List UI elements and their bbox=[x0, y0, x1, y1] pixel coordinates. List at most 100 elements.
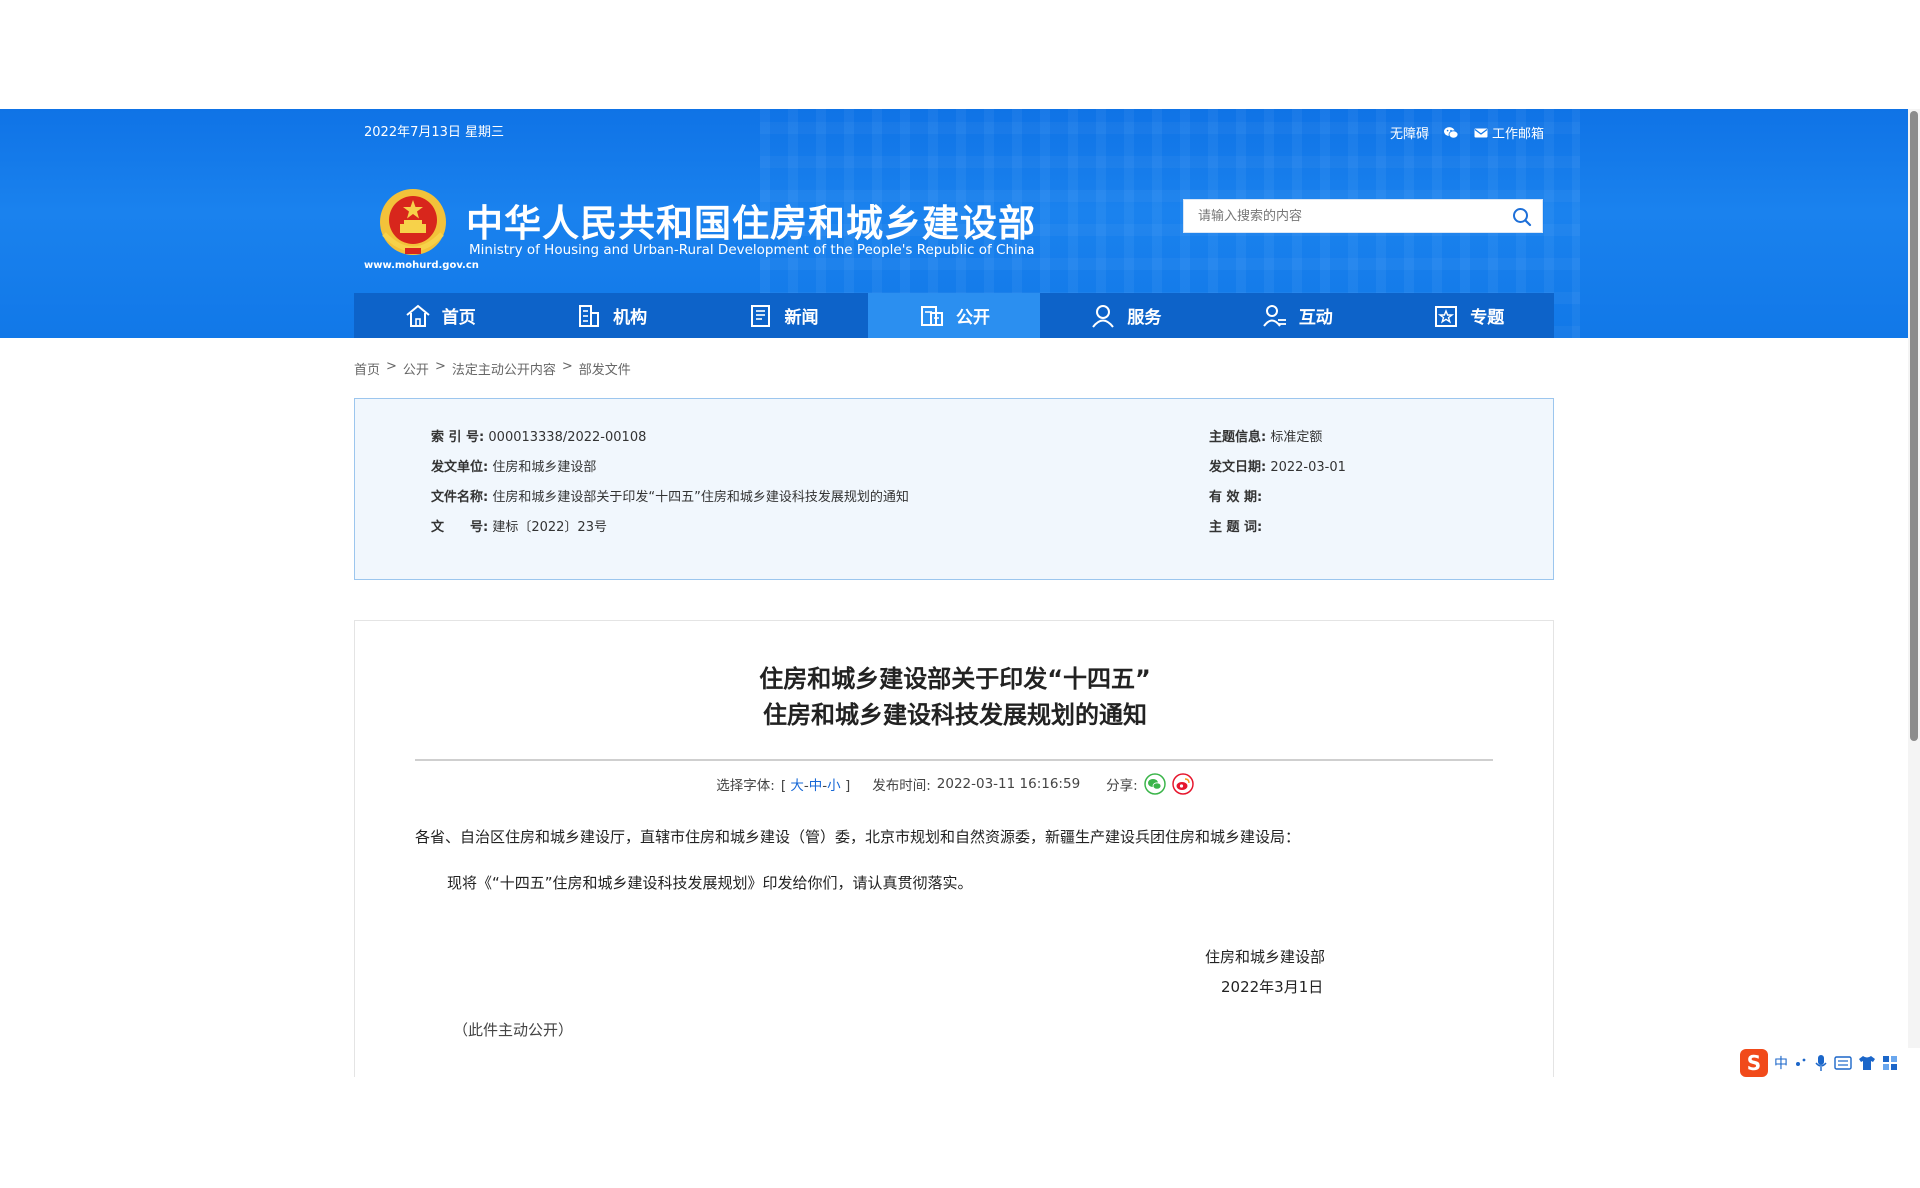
site-url: www.mohurd.gov.cn bbox=[364, 260, 479, 271]
bracket-close: ] bbox=[844, 778, 851, 794]
font-large-link[interactable]: 大 bbox=[790, 778, 804, 794]
disclosure-icon bbox=[920, 305, 943, 326]
interaction-icon bbox=[1263, 304, 1286, 327]
share-weibo-icon[interactable] bbox=[1171, 773, 1194, 795]
page-scrollbar[interactable] bbox=[1908, 109, 1920, 1077]
info-doc-name: 文件名称: 住房和城乡建设部关于印发“十四五”住房和城乡建设科技发展规划的通知 bbox=[431, 486, 909, 505]
wechat-icon[interactable] bbox=[1443, 125, 1459, 141]
info-label: 发文日期: bbox=[1209, 460, 1267, 475]
info-value: 标准定额 bbox=[1270, 430, 1323, 445]
info-index: 索 引 号: 000013338/2022-00108 bbox=[431, 426, 646, 445]
font-size-selector: [ 大-中-小 ] bbox=[781, 774, 850, 794]
info-keywords: 主 题 词: bbox=[1209, 516, 1262, 535]
mail-icon bbox=[1474, 128, 1488, 137]
main-nav: 首页 机构 新闻 公开 服务 互动 专题 bbox=[354, 293, 1554, 338]
info-label: 主 题 词: bbox=[1209, 520, 1263, 535]
breadcrumb-separator: > bbox=[386, 359, 397, 374]
info-label: 文件名称: bbox=[431, 490, 489, 505]
share-wechat-icon[interactable] bbox=[1143, 773, 1166, 795]
microphone-icon[interactable] bbox=[1814, 1054, 1828, 1072]
salutation: 各省、自治区住房和城乡建设厅，直辖市住房和城乡建设（管）委，北京市规划和自然资源… bbox=[415, 828, 1301, 846]
sign-date: 2022年3月1日 bbox=[1221, 978, 1324, 996]
toolbox-grid-icon[interactable] bbox=[1882, 1055, 1898, 1071]
scroll-thumb[interactable] bbox=[1910, 111, 1918, 741]
punctuation-icon[interactable] bbox=[1794, 1055, 1808, 1071]
nav-label: 互动 bbox=[1298, 308, 1333, 328]
work-email-label: 工作邮箱 bbox=[1491, 127, 1544, 142]
work-email-link[interactable]: 工作邮箱 bbox=[1473, 123, 1544, 142]
nav-item-service[interactable]: 服务 bbox=[1040, 293, 1211, 338]
info-value: 2022-03-01 bbox=[1270, 460, 1346, 475]
info-label: 索 引 号: bbox=[431, 430, 485, 445]
nav-item-disclosure[interactable]: 公开 bbox=[868, 293, 1040, 338]
info-label: 有 效 期: bbox=[1209, 490, 1263, 505]
national-emblem-icon bbox=[380, 189, 446, 255]
info-label: 文 号: bbox=[431, 520, 489, 535]
top-links: 无障碍 工作邮箱 bbox=[1390, 123, 1544, 142]
skin-shirt-icon[interactable] bbox=[1858, 1055, 1876, 1071]
breadcrumb-separator: > bbox=[561, 359, 573, 374]
article-title-line: 住房和城乡建设科技发展规划的通知 bbox=[763, 701, 1147, 729]
breadcrumb-home[interactable]: 首页 bbox=[354, 359, 380, 378]
bottom-blank bbox=[0, 1077, 1920, 1188]
accessibility-link[interactable]: 无障碍 bbox=[1390, 123, 1429, 142]
breadcrumb-ministry-docs[interactable]: 部发文件 bbox=[579, 359, 631, 378]
breadcrumb: 首页 > 公开 > 法定主动公开内容 > 部发文件 bbox=[354, 359, 631, 378]
info-validity: 有 效 期: bbox=[1209, 486, 1262, 505]
nav-item-news[interactable]: 新闻 bbox=[697, 293, 868, 338]
nav-label: 专题 bbox=[1470, 308, 1505, 328]
nav-label: 首页 bbox=[441, 308, 476, 328]
search-input[interactable] bbox=[1184, 200, 1498, 232]
search-box bbox=[1183, 199, 1543, 233]
info-doc-number: 文 号: 建标〔2022〕23号 bbox=[431, 516, 607, 535]
info-value: 住房和城乡建设部关于印发“十四五”住房和城乡建设科技发展规划的通知 bbox=[492, 490, 909, 505]
info-date: 发文日期: 2022-03-01 bbox=[1209, 456, 1346, 475]
info-value: 住房和城乡建设部 bbox=[492, 460, 597, 475]
publish-label: 发布时间: bbox=[872, 778, 931, 794]
nav-label: 服务 bbox=[1127, 308, 1162, 328]
topic-icon bbox=[1435, 305, 1458, 327]
building-icon bbox=[579, 304, 600, 327]
article-title: 住房和城乡建设部关于印发“十四五” 住房和城乡建设科技发展规划的通知 bbox=[355, 661, 1555, 733]
signature: 住房和城乡建设部 bbox=[1205, 948, 1326, 966]
info-issuer: 发文单位: 住房和城乡建设部 bbox=[431, 456, 596, 475]
service-icon bbox=[1092, 304, 1115, 328]
breadcrumb-disclosure[interactable]: 公开 bbox=[403, 359, 429, 378]
info-value: 000013338/2022-00108 bbox=[488, 430, 647, 445]
site-title-english: Ministry of Housing and Urban-Rural Deve… bbox=[469, 242, 1035, 258]
article-title-line: 住房和城乡建设部关于印发“十四五” bbox=[759, 665, 1151, 693]
search-icon[interactable] bbox=[1510, 205, 1534, 229]
bracket-open: [ bbox=[780, 778, 787, 794]
title-divider bbox=[415, 759, 1493, 761]
publish-time: 2022-03-11 16:16:59 bbox=[936, 776, 1081, 792]
nav-item-home[interactable]: 首页 bbox=[354, 293, 525, 338]
breadcrumb-statutory[interactable]: 法定主动公开内容 bbox=[452, 359, 556, 378]
current-date: 2022年7月13日 星期三 bbox=[364, 125, 505, 140]
font-small-link[interactable]: 小 bbox=[827, 778, 841, 794]
nav-item-institution[interactable]: 机构 bbox=[525, 293, 696, 338]
keyboard-icon[interactable] bbox=[1834, 1056, 1852, 1070]
public-note: （此件主动公开） bbox=[453, 1021, 574, 1039]
font-select-label: 选择字体: bbox=[716, 778, 775, 794]
nav-label: 公开 bbox=[955, 308, 990, 328]
article: 住房和城乡建设部关于印发“十四五” 住房和城乡建设科技发展规划的通知 选择字体:… bbox=[354, 620, 1554, 1077]
info-label: 主题信息: bbox=[1209, 430, 1267, 445]
sogou-logo-icon[interactable]: S bbox=[1740, 1049, 1768, 1077]
info-topic: 主题信息: 标准定额 bbox=[1209, 426, 1322, 445]
info-label: 发文单位: bbox=[431, 460, 489, 475]
nav-label: 机构 bbox=[613, 308, 648, 328]
article-meta: 选择字体: [ 大-中-小 ] 发布时间: 2022-03-11 16:16:5… bbox=[355, 773, 1555, 795]
info-value: 建标〔2022〕23号 bbox=[492, 520, 607, 535]
font-medium-link[interactable]: 中 bbox=[809, 778, 823, 794]
ime-toolbar: S 中 bbox=[1740, 1048, 1920, 1078]
site-header: 2022年7月13日 星期三 无障碍 工作邮箱 www.mohurd.gov.c… bbox=[0, 109, 1908, 338]
browser-viewport: 2022年7月13日 星期三 无障碍 工作邮箱 www.mohurd.gov.c… bbox=[0, 109, 1920, 1077]
news-icon bbox=[750, 304, 770, 327]
nav-item-interaction[interactable]: 互动 bbox=[1211, 293, 1382, 338]
site-title-chinese[interactable]: 中华人民共和国住房和城乡建设部 bbox=[466, 193, 1036, 247]
home-icon bbox=[406, 304, 430, 327]
breadcrumb-separator: > bbox=[434, 359, 446, 374]
document-info-box: 索 引 号: 000013338/2022-00108 发文单位: 住房和城乡建… bbox=[354, 398, 1554, 580]
ime-language[interactable]: 中 bbox=[1774, 1053, 1788, 1073]
nav-item-topic[interactable]: 专题 bbox=[1383, 293, 1554, 338]
